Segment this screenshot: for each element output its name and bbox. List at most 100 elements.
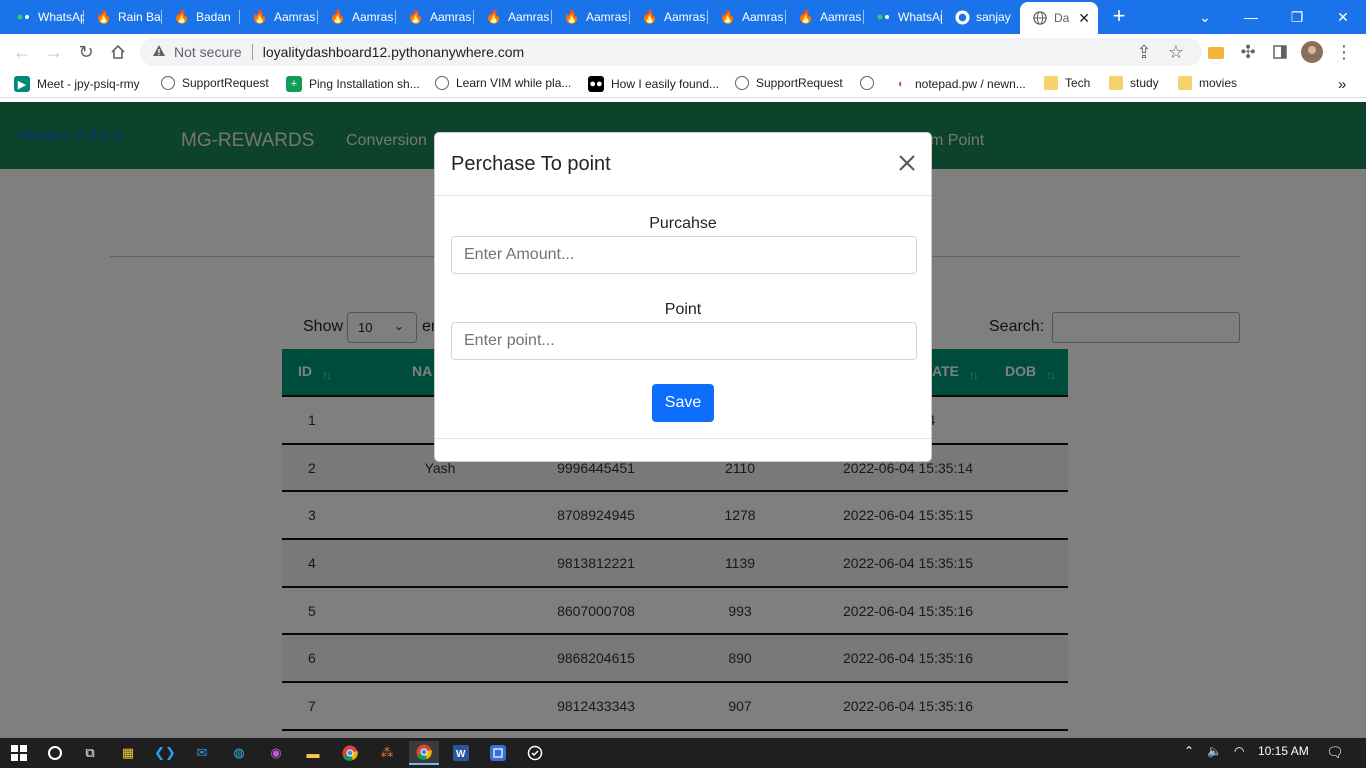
media-player-icon[interactable]: ◉ bbox=[261, 741, 291, 765]
tray-overflow-icon[interactable]: ⌃ bbox=[1184, 744, 1194, 758]
medium-icon: ●● bbox=[588, 76, 604, 92]
notepad-icon: ◖ bbox=[896, 78, 904, 90]
file-explorer-icon[interactable]: ▬ bbox=[298, 741, 328, 765]
address-bar[interactable]: Not secure loyalitydashboard12.pythonany… bbox=[140, 38, 1202, 66]
folder-icon bbox=[1044, 76, 1058, 90]
fire-icon: 🔥 bbox=[719, 9, 737, 24]
forward-icon[interactable]: → bbox=[42, 40, 66, 64]
security-label[interactable]: Not secure bbox=[174, 44, 242, 60]
volume-icon[interactable]: 🔈 bbox=[1207, 744, 1222, 758]
chrome-icon[interactable] bbox=[335, 741, 365, 765]
fire-icon: 🔥 bbox=[173, 9, 191, 24]
modal-header: Perchase To point bbox=[435, 133, 931, 196]
browser-tab[interactable]: WhatsApp bbox=[864, 4, 942, 30]
bookmark-folder[interactable]: movies bbox=[1178, 76, 1237, 90]
fire-icon: 🔥 bbox=[641, 9, 659, 24]
extension-folder-icon[interactable] bbox=[1204, 40, 1228, 64]
share-icon[interactable]: ⇪ bbox=[1132, 40, 1156, 64]
tab-label: Da bbox=[1054, 11, 1070, 25]
store-icon[interactable]: ▦ bbox=[113, 741, 143, 765]
globe-icon bbox=[735, 76, 749, 90]
bookmarks-overflow-icon[interactable]: » bbox=[1338, 76, 1346, 93]
bookmark-item[interactable] bbox=[860, 76, 881, 90]
bookmark-folder[interactable]: Tech bbox=[1044, 76, 1090, 90]
bookmark-label: SupportRequest bbox=[182, 76, 269, 90]
tab-label: Badan bbox=[196, 10, 231, 24]
browser-tab[interactable]: 🔥 Aamras bbox=[240, 4, 318, 30]
home-icon[interactable] bbox=[106, 40, 130, 64]
search-icon[interactable] bbox=[40, 741, 70, 765]
browser-tab[interactable]: 🔥 Rain Ba bbox=[84, 4, 162, 30]
bookmark-item[interactable]: Learn VIM while pla... bbox=[435, 76, 571, 90]
browser-tab[interactable]: 🔥 Aamras bbox=[552, 4, 630, 30]
clock-time[interactable]: 10:15 AM bbox=[1258, 744, 1309, 758]
svg-text:W: W bbox=[456, 749, 466, 760]
bookmark-item[interactable]: + Ping Installation sh... bbox=[286, 76, 420, 92]
close-tab-icon[interactable]: ✕ bbox=[1078, 10, 1090, 27]
close-icon[interactable] bbox=[895, 151, 919, 175]
bookmark-folder[interactable]: study bbox=[1109, 76, 1159, 90]
tab-label: Aamras bbox=[430, 10, 472, 24]
bookmark-item[interactable]: SupportRequest bbox=[161, 76, 269, 90]
browser-tab[interactable]: sanjay bbox=[942, 4, 1020, 30]
bookmark-item[interactable]: ●● How I easily found... bbox=[588, 76, 719, 92]
side-panel-icon[interactable] bbox=[1268, 40, 1292, 64]
tab-label: Aamras bbox=[664, 10, 706, 24]
browser-tab-active[interactable]: Da ✕ bbox=[1020, 2, 1098, 34]
modal-footer-divider bbox=[435, 438, 931, 439]
word-icon[interactable]: W bbox=[446, 741, 476, 765]
browser-toolbar: ← → ↻ Not secure loyalitydashboard12.pyt… bbox=[0, 34, 1366, 70]
menu-kebab-icon[interactable]: ⋮ bbox=[1332, 40, 1356, 64]
page-viewport: Version: 1.0.0.0 MG-REWARDS Conversion m… bbox=[0, 102, 1366, 738]
back-icon[interactable]: ← bbox=[10, 40, 34, 64]
calculator-icon[interactable] bbox=[483, 741, 513, 765]
new-tab-button[interactable]: + bbox=[1108, 5, 1130, 27]
browser-tab[interactable]: 🔥 Aamras bbox=[708, 4, 786, 30]
tab-search-chevron-icon[interactable]: ⌄ bbox=[1182, 0, 1228, 34]
purchase-modal: Perchase To point Purcahse Point Save bbox=[434, 132, 932, 462]
bookmark-item[interactable]: SupportRequest bbox=[735, 76, 843, 90]
chrome-active-icon[interactable] bbox=[409, 741, 439, 765]
bookmark-item[interactable]: ◖ notepad.pw / newn... bbox=[892, 76, 1026, 92]
close-window-icon[interactable]: ✕ bbox=[1320, 0, 1366, 34]
notifications-icon[interactable]: 🗨 bbox=[1326, 744, 1344, 761]
browser-tab[interactable]: 🔥 Aamras bbox=[474, 4, 552, 30]
vscode-icon[interactable]: ❮❯ bbox=[150, 741, 180, 765]
minimize-icon[interactable]: — bbox=[1228, 0, 1274, 34]
browser-tab[interactable]: 🔥 Aamras bbox=[318, 4, 396, 30]
mail-icon[interactable]: ✉ bbox=[187, 741, 217, 765]
browser-tab[interactable]: WhatsApp bbox=[4, 4, 84, 30]
app-grid-icon[interactable]: ⁂ bbox=[372, 741, 402, 765]
wifi-icon[interactable]: ◠ bbox=[1234, 744, 1244, 758]
windows-start-icon[interactable] bbox=[4, 741, 34, 765]
restore-icon[interactable]: ❐ bbox=[1274, 0, 1320, 34]
bookmark-star-icon[interactable]: ☆ bbox=[1164, 40, 1188, 64]
todo-icon[interactable] bbox=[520, 741, 550, 765]
browser-tab[interactable]: 🔥 Badan bbox=[162, 4, 240, 30]
task-view-icon[interactable]: ⧉ bbox=[75, 741, 105, 765]
tab-label: WhatsApp bbox=[38, 10, 84, 24]
tab-label: WhatsApp bbox=[898, 10, 942, 24]
fire-icon: 🔥 bbox=[563, 9, 581, 24]
browser-tab[interactable]: 🔥 Aamras bbox=[396, 4, 474, 30]
bookmark-label: How I easily found... bbox=[611, 77, 720, 91]
extensions-puzzle-icon[interactable]: ✣ bbox=[1236, 40, 1260, 64]
browser-tab[interactable]: 🔥 Aamras bbox=[786, 4, 864, 30]
purchase-amount-input[interactable] bbox=[451, 236, 917, 274]
bookmarks-bar: ▶ Meet - jpy-psiq-rmy SupportRequest + Pin… bbox=[0, 70, 1366, 98]
bookmark-item[interactable]: ▶ Meet - jpy-psiq-rmy bbox=[14, 76, 140, 92]
meet-icon: ▶ bbox=[14, 76, 30, 92]
save-button[interactable]: Save bbox=[652, 384, 714, 422]
tab-label: Aamras bbox=[820, 10, 862, 24]
edge-icon[interactable]: ◍ bbox=[224, 741, 254, 765]
url-text[interactable]: loyalitydashboard12.pythonanywhere.com bbox=[263, 44, 525, 60]
profile-avatar[interactable] bbox=[1300, 40, 1324, 64]
point-input[interactable] bbox=[451, 322, 917, 360]
windows-taskbar: ⧉ ▦ ❮❯ ✉ ◍ ◉ ▬ ⁂ W ⌃ 🔈 ◠ 10:15 AM 🗨 bbox=[0, 738, 1366, 768]
reload-icon[interactable]: ↻ bbox=[74, 40, 98, 64]
globe-icon bbox=[161, 76, 175, 90]
tab-label: Rain Ba bbox=[118, 10, 161, 24]
browser-tab[interactable]: 🔥 Aamras bbox=[630, 4, 708, 30]
tab-label: Aamras bbox=[274, 10, 316, 24]
fire-icon: 🔥 bbox=[329, 9, 347, 24]
